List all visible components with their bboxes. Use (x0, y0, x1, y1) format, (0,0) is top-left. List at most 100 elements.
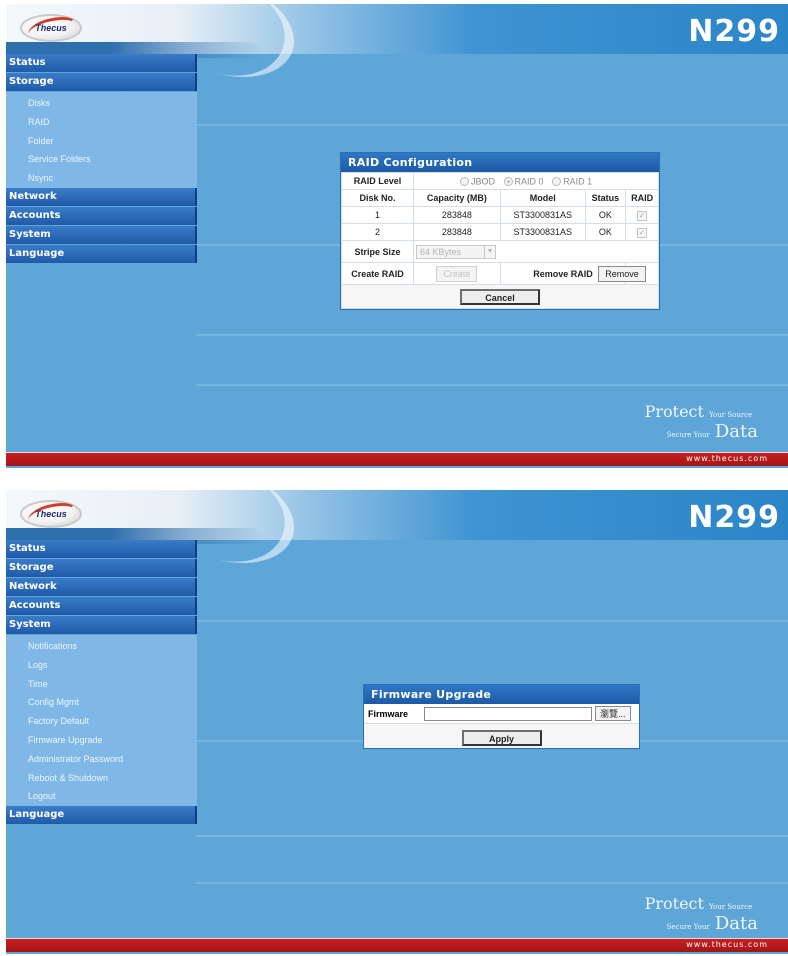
sidebar-item-logs[interactable]: Logs (6, 656, 197, 675)
remove-button[interactable]: Remove (598, 265, 646, 282)
firmware-file-input[interactable] (424, 706, 592, 721)
raid-table: RAID Level JBOD RAID 0 RAID 1 Disk No. C… (341, 172, 659, 309)
sidebar-item-administrator-password[interactable]: Administrator Password (6, 750, 197, 769)
sidebar-nav: Status Storage Network Accounts System N… (6, 540, 197, 825)
disk-number: 1 (341, 206, 414, 224)
nav-language[interactable]: Language (6, 806, 197, 825)
sidebar-item-config-mgmt[interactable]: Config Mgmt (6, 693, 197, 712)
header-banner: Thecus N299 (6, 490, 788, 580)
raid-configuration-screenshot: Thecus N299 Status Storage Disks RAID Fo… (6, 4, 788, 468)
sidebar-item-time[interactable]: Time (6, 675, 197, 694)
nav-accounts[interactable]: Accounts (6, 206, 197, 225)
table-row: 2 283848 ST3300831AS OK ✓ (341, 223, 659, 241)
col-raid: RAID (625, 189, 659, 207)
radio-raid1-label: RAID 1 (563, 176, 593, 187)
stripe-size-value: 64 KBytes (420, 246, 462, 257)
raid-checkbox-cell: ✓ (625, 206, 659, 224)
browse-button[interactable]: 瀏覽... (595, 706, 631, 721)
model-name: N299 (688, 500, 780, 535)
thecus-logo[interactable]: Thecus (20, 13, 82, 45)
nav-system[interactable]: System (6, 225, 197, 244)
firmware-upgrade-panel: Firmware Upgrade Firmware 瀏覽... Apply (363, 684, 640, 749)
disk-number: 2 (341, 223, 414, 241)
sidebar-item-service-folders[interactable]: Service Folders (6, 150, 197, 169)
remove-button-cell: Remove (598, 262, 659, 285)
sidebar-item-notifications[interactable]: Notifications (6, 637, 197, 656)
raid-disk-checkbox[interactable]: ✓ (637, 227, 648, 238)
disk-model: ST3300831AS (499, 223, 586, 241)
footer-url[interactable]: www.thecus.com (686, 454, 768, 463)
nav-network[interactable]: Network (6, 187, 197, 206)
footer-bar: www.thecus.com (6, 452, 788, 466)
nav-accounts[interactable]: Accounts (6, 597, 197, 615)
thecus-logo[interactable]: Thecus (20, 499, 82, 531)
slogan-data: Data (714, 421, 758, 442)
raid-level-options: JBOD RAID 0 RAID 1 (413, 172, 659, 190)
brand-slogan: Protect Your Source Secure Your Data (645, 894, 758, 934)
radio-jbod-label: JBOD (471, 176, 496, 187)
storage-submenu: Disks RAID Folder Service Folders Nsync (6, 92, 197, 188)
radio-raid0[interactable] (503, 176, 513, 186)
slogan-protect: Protect (644, 894, 704, 913)
header-banner: Thecus N299 (6, 4, 788, 94)
col-disk-no: Disk No. (341, 189, 414, 207)
create-button[interactable]: Create (436, 265, 478, 282)
slogan-secure-your: Secure Your (666, 431, 710, 439)
raid-disk-checkbox[interactable]: ✓ (637, 210, 648, 221)
nav-storage[interactable]: Storage (6, 559, 197, 577)
logo-text: Thecus (35, 23, 67, 33)
sidebar-item-firmware-upgrade[interactable]: Firmware Upgrade (6, 731, 197, 750)
raid-configuration-panel: RAID Configuration RAID Level JBOD RAID … (340, 152, 660, 310)
table-row: 1 283848 ST3300831AS OK ✓ (341, 206, 659, 224)
nav-storage[interactable]: Storage (6, 73, 197, 91)
radio-raid1[interactable] (552, 176, 562, 186)
slogan-data: Data (714, 913, 758, 934)
firmware-row: Firmware 瀏覽... (364, 704, 639, 724)
nav-network[interactable]: Network (6, 578, 197, 596)
create-button-cell: Create (413, 262, 501, 285)
panel-title: Firmware Upgrade (364, 685, 639, 704)
radio-raid0-label: RAID 0 (514, 176, 544, 187)
cancel-button[interactable]: Cancel (460, 288, 540, 305)
sidebar-nav: Status Storage Disks RAID Folder Service… (6, 54, 197, 264)
nav-language[interactable]: Language (6, 244, 197, 263)
apply-row: Apply (364, 724, 639, 748)
stripe-size-label: Stripe Size (341, 240, 414, 263)
col-capacity: Capacity (MB) (413, 189, 501, 207)
raid-checkbox-cell: ✓ (625, 223, 659, 241)
nav-status[interactable]: Status (6, 54, 197, 72)
stripe-size-cell: 64 KBytes ▼ (413, 240, 659, 263)
sidebar-item-nsync[interactable]: Nsync (6, 169, 197, 188)
radio-jbod[interactable] (460, 176, 469, 186)
create-raid-label: Create RAID (341, 262, 414, 285)
sidebar-item-raid[interactable]: RAID (6, 113, 197, 132)
footer-url[interactable]: www.thecus.com (686, 940, 768, 949)
sidebar-item-logout[interactable]: Logout (6, 787, 197, 806)
disk-status: OK (584, 223, 627, 241)
model-name: N299 (688, 14, 780, 49)
nav-system[interactable]: System (6, 616, 197, 634)
slogan-your-source: Your Source (709, 903, 753, 911)
firmware-upgrade-screenshot: Thecus N299 Status Storage Network Accou… (6, 490, 788, 954)
sidebar-item-factory-default[interactable]: Factory Default (6, 712, 197, 731)
sidebar-item-disks[interactable]: Disks (6, 94, 197, 113)
stripe-size-select[interactable]: 64 KBytes ▼ (416, 244, 496, 259)
disk-status: OK (584, 206, 627, 224)
col-status: Status (584, 189, 627, 207)
footer-bar: www.thecus.com (6, 938, 788, 952)
slogan-your-source: Your Source (709, 411, 753, 419)
apply-button[interactable]: Apply (461, 730, 542, 746)
sidebar-item-folder[interactable]: Folder (6, 132, 197, 151)
sidebar-item-reboot-shutdown[interactable]: Reboot & Shutdown (6, 769, 197, 788)
table-header-row: Disk No. Capacity (MB) Model Status RAID (341, 189, 659, 207)
firmware-label: Firmware (368, 708, 409, 719)
nav-status[interactable]: Status (6, 540, 197, 558)
disk-model: ST3300831AS (499, 206, 586, 224)
logo-text: Thecus (35, 509, 67, 519)
raid-level-label: RAID Level (341, 172, 414, 190)
slogan-protect: Protect (644, 402, 704, 421)
disk-capacity: 283848 (413, 223, 501, 241)
brand-slogan: Protect Your Source Secure Your Data (645, 402, 758, 442)
system-submenu: Notifications Logs Time Config Mgmt Fact… (6, 635, 197, 807)
slogan-secure-your: Secure Your (666, 923, 710, 931)
